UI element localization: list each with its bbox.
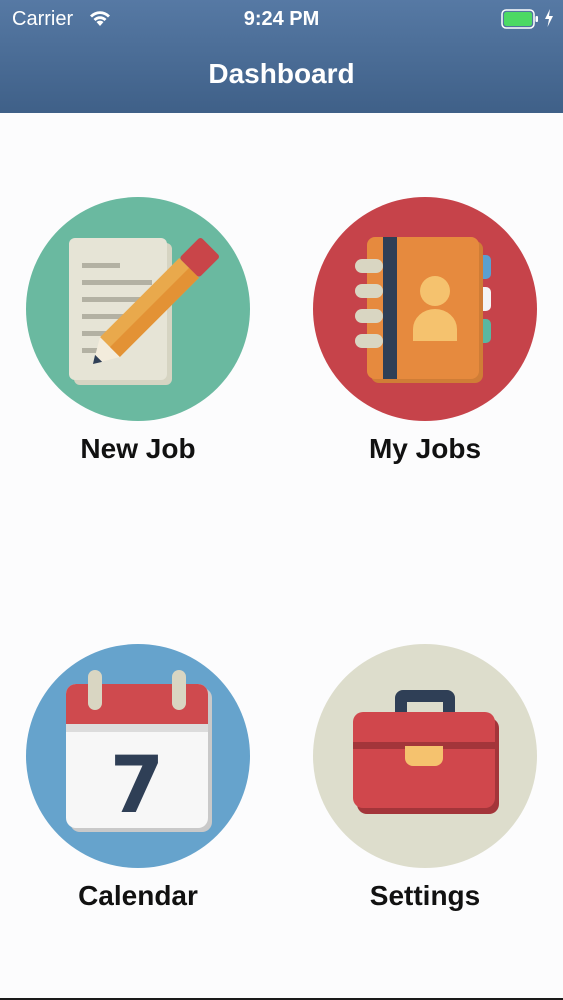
status-time: 9:24 PM	[243, 8, 320, 30]
pencil-document-icon	[26, 197, 250, 421]
tile-label: My Jobs	[368, 433, 482, 464]
tile-label: New Job	[80, 433, 196, 464]
settings-button[interactable]: Settings	[305, 642, 545, 932]
new-job-button[interactable]: New Job	[18, 195, 258, 485]
toolbox-icon	[313, 644, 537, 868]
status-bar: Carrier 9:24 PM	[0, 0, 563, 40]
calendar-day-number: 7	[110, 741, 164, 831]
my-jobs-button[interactable]: My Jobs	[305, 195, 545, 485]
calendar-button[interactable]: 7 Calendar	[18, 642, 258, 932]
tile-label: Calendar	[78, 880, 198, 911]
charging-bolt-icon	[545, 9, 553, 27]
tile-label: Settings	[369, 880, 481, 911]
calendar-icon: 7	[26, 644, 250, 868]
navigation-header: Carrier 9:24 PM Dashboard	[0, 0, 563, 113]
address-book-icon	[313, 197, 537, 421]
page-title: Dashboard	[208, 58, 355, 89]
battery-icon	[501, 9, 538, 29]
